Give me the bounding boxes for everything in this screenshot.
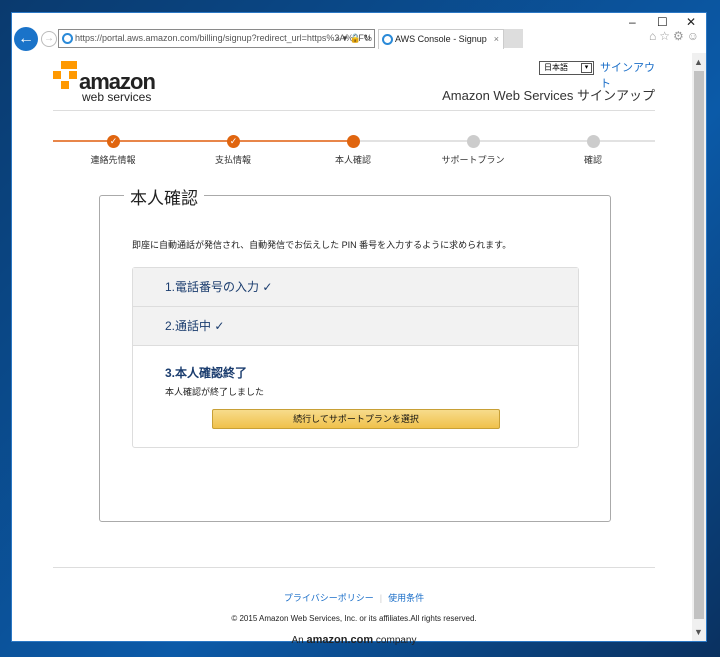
language-select[interactable]: 日本語 ▾ — [539, 61, 594, 75]
close-button[interactable]: ✕ — [686, 15, 696, 29]
step-complete: 3.本人確認終了 本人確認が終了しました — [133, 346, 578, 398]
ie-icon — [62, 33, 73, 44]
continue-support-plan-button[interactable]: 続行してサポートプランを選択 — [212, 409, 500, 429]
chevron-down-icon: ▾ — [581, 63, 592, 73]
browser-chrome: – ☐ ✕ ← → https://portal.aws.amazon.com/… — [12, 13, 706, 53]
address-bar[interactable]: https://portal.aws.amazon.com/billing/si… — [58, 29, 375, 48]
maximize-button[interactable]: ☐ — [657, 15, 668, 29]
footer: プライバシーポリシー | 使用条件 © 2015 Amazon Web Servic… — [53, 591, 655, 646]
tab-aws-console[interactable]: AWS Console - Signup × — [378, 29, 504, 49]
scroll-up-icon[interactable]: ▲ — [694, 57, 703, 67]
step-phone-entry: 1.電話番号の入力 ✓ — [133, 268, 578, 307]
forward-icon[interactable]: → — [41, 31, 57, 47]
home-favorites-settings-icons[interactable]: ⌂☆⚙☺ — [649, 29, 702, 43]
complete-text: 本人確認が終了しました — [165, 387, 265, 397]
scroll-thumb[interactable] — [694, 71, 704, 619]
url-text: https://portal.aws.amazon.com/billing/si… — [75, 33, 372, 43]
step-check-icon: ✓ — [227, 135, 240, 148]
step-todo-dot — [467, 135, 480, 148]
ie-icon — [382, 34, 393, 45]
progress-steps: ✓ ✓ 連絡先情報 支払情報 本人確認 サポートプラン 確認 — [53, 135, 655, 165]
step-todo-dot — [587, 135, 600, 148]
step-label: 連絡先情報 — [90, 155, 136, 165]
tab-close-icon[interactable]: × — [494, 30, 499, 49]
privacy-link[interactable]: プライバシーポリシー — [284, 593, 374, 603]
new-tab-button[interactable] — [504, 29, 523, 48]
section-title: 本人確認 — [124, 184, 204, 209]
step-check-icon: ✓ — [107, 135, 120, 148]
back-icon[interactable]: ← — [14, 27, 38, 51]
verification-steps-panel: 1.電話番号の入力 ✓ 2.通話中 ✓ 3.本人確認終了 本人確認が終了しました… — [132, 267, 579, 448]
terms-link[interactable]: 使用条件 — [388, 593, 424, 603]
amazon-company-logo: An amazon.com company — [291, 634, 417, 646]
tab-title: AWS Console - Signup — [395, 34, 487, 44]
logo-cubes-icon — [53, 61, 77, 93]
progress-line-done — [53, 140, 353, 142]
step-label: 確認 — [583, 155, 602, 165]
logo-subtext: web services — [82, 90, 152, 104]
identity-verification-box: 本人確認 即座に自動通話が発信され、自動発信でお伝えした PIN 番号を入力する… — [99, 184, 611, 522]
step-current-dot — [347, 135, 360, 148]
step-label: 支払情報 — [214, 155, 251, 165]
scrollbar[interactable]: ▲ ▼ — [692, 53, 706, 641]
divider — [53, 110, 655, 111]
separator: | — [379, 593, 383, 603]
divider — [53, 567, 655, 568]
step-calling: 2.通話中 ✓ — [133, 307, 578, 346]
scroll-down-icon[interactable]: ▼ — [694, 627, 703, 637]
language-value: 日本語 — [544, 63, 568, 72]
step-label: サポートプラン — [441, 155, 505, 165]
address-tools-icon[interactable]: ⌕ ▾ 🔒 ↻ — [335, 30, 371, 47]
minimize-button[interactable]: – — [629, 15, 636, 29]
progress-line-todo — [353, 140, 655, 142]
copyright: © 2015 Amazon Web Services, Inc. or its … — [231, 614, 477, 623]
browser-window: – ☐ ✕ ← → https://portal.aws.amazon.com/… — [11, 12, 707, 646]
step-label: 本人確認 — [334, 155, 371, 165]
intro-text: 即座に自動通話が発信され、自動発信でお伝えした PIN 番号を入力するように求め… — [132, 240, 512, 250]
page-title: Amazon Web Services サインアップ — [442, 88, 655, 103]
complete-title: 3.本人確認終了 — [165, 366, 248, 380]
